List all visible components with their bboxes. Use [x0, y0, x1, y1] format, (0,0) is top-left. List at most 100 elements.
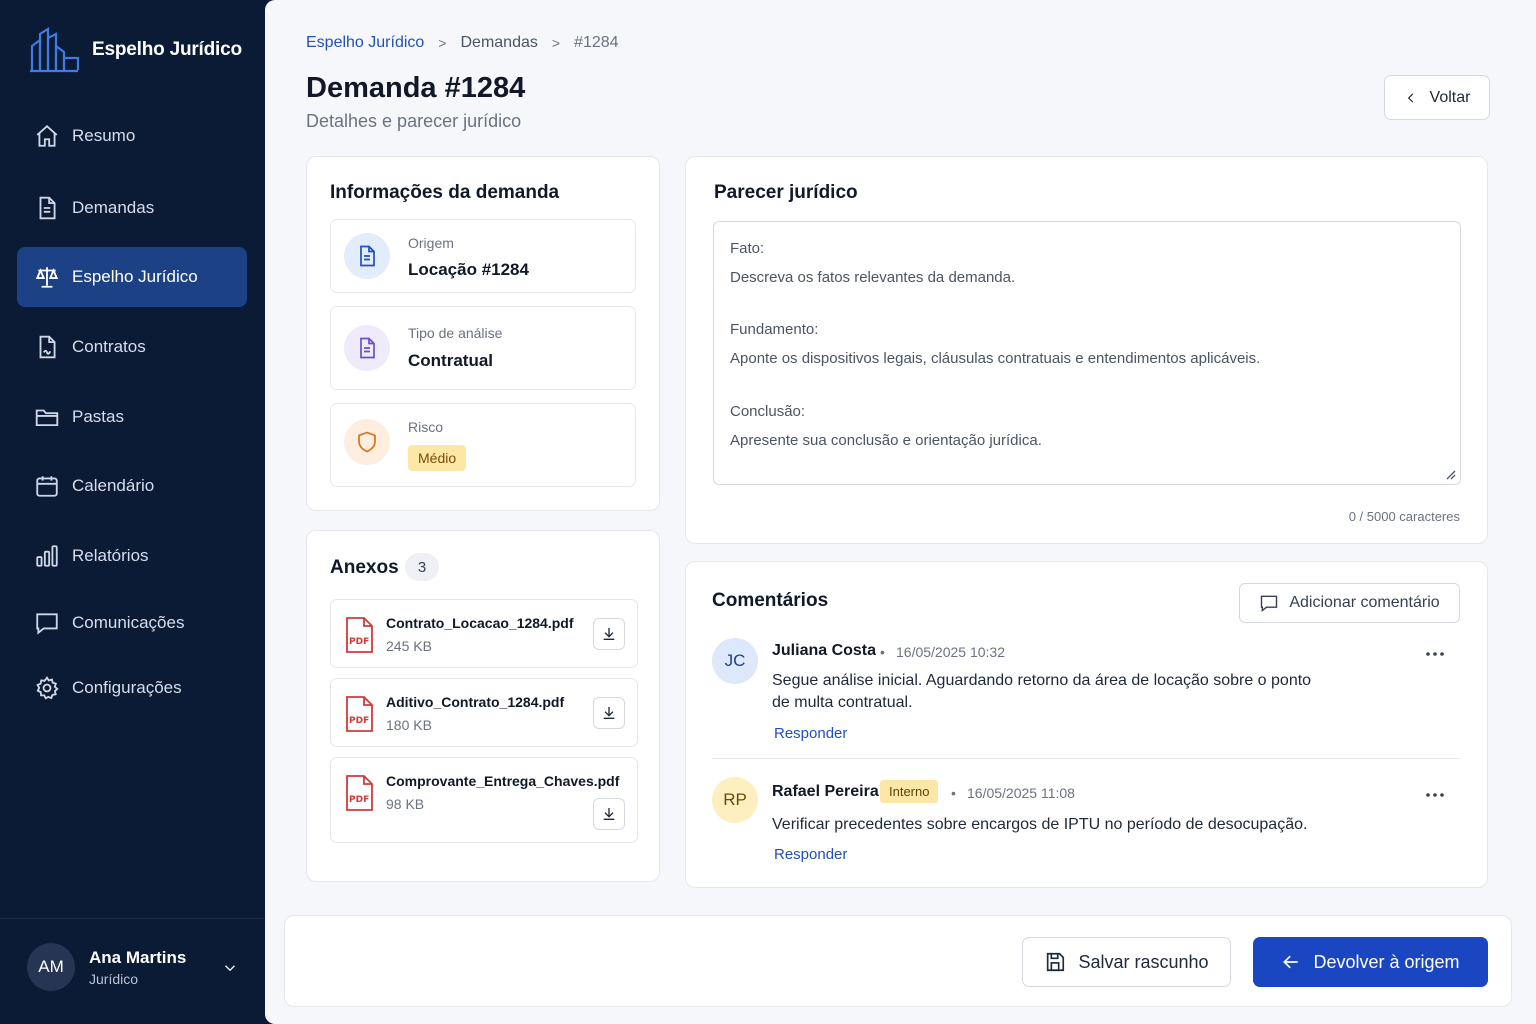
action-bar: Salvar rascunho Devolver à origem — [284, 915, 1512, 1007]
brand-name: Espelho Jurídico — [92, 39, 242, 60]
conclusao-placeholder: Apresente sua conclusão e orientação jur… — [730, 432, 1042, 449]
nav-label: Espelho Jurídico — [72, 267, 198, 286]
info-card-title: Informações da demanda — [330, 182, 560, 203]
info-card: Informações da demanda Origem Locação #1… — [306, 156, 660, 511]
char-count: 0 / 5000 caracteres — [1348, 509, 1460, 524]
home-icon — [36, 125, 58, 147]
user-role: Jurídico — [89, 970, 139, 987]
pdf-label: PDF — [349, 795, 369, 805]
comments-title: Comentários — [712, 590, 829, 611]
nav-item-resumo[interactable]: Resumo — [17, 107, 247, 165]
page-subtitle: Detalhes e parecer jurídico — [306, 111, 522, 131]
save-draft-button[interactable]: Salvar rascunho — [1022, 937, 1231, 987]
nav-item-pastas[interactable]: Pastas — [17, 388, 247, 446]
nav-label: Demandas — [72, 198, 155, 217]
user-menu[interactable]: AM Ana Martins Jurídico — [27, 943, 247, 991]
breadcrumb: Espelho Jurídico > Demandas > #1284 — [306, 34, 619, 52]
pdf-icon: PDF — [346, 775, 373, 811]
info-tipo: Tipo de análise Contratual — [330, 306, 636, 390]
avatar: JC — [712, 638, 758, 684]
chevron-left-icon — [1407, 93, 1413, 102]
attachment-item[interactable]: PDF Aditivo_Contrato_1284.pdf 180 KB — [330, 678, 638, 747]
attachments-card: Anexos 3 PDF Contrato_Locacao_1284.pdf 2… — [306, 530, 660, 882]
nav-label: Resumo — [72, 126, 136, 145]
sidebar: Espelho Jurídico Resumo Demandas Espelho… — [0, 0, 264, 1024]
legal-opinion-textarea[interactable]: Fato: Descreva os fatos relevantes da de… — [713, 221, 1461, 485]
fato-placeholder: Descreva os fatos relevantes da demanda. — [730, 269, 1016, 286]
reply-link[interactable]: Responder — [774, 846, 847, 863]
avatar: RP — [712, 777, 758, 823]
internal-badge: Interno — [880, 780, 939, 803]
download-button[interactable] — [593, 697, 625, 729]
resize-grip-icon[interactable] — [1444, 468, 1456, 480]
calendar-icon — [36, 476, 58, 497]
chevron-down-icon[interactable] — [221, 959, 239, 977]
comment-item: JC Juliana Costa • 16/05/2025 10:32 Segu… — [712, 636, 1460, 746]
brand[interactable]: Espelho Jurídico — [28, 26, 242, 74]
more-options-icon[interactable] — [1424, 650, 1446, 658]
nav-item-demandas[interactable]: Demandas — [17, 179, 247, 237]
save-icon — [1047, 952, 1065, 972]
attachment-item[interactable]: PDF Contrato_Locacao_1284.pdf 245 KB — [330, 599, 638, 668]
return-to-origin-label: Devolver à origem — [1313, 951, 1460, 972]
comment-author: Rafael Pereira — [772, 783, 879, 800]
avatar: AM — [27, 943, 75, 991]
scale-icon — [35, 267, 59, 288]
nav-item-configuracoes[interactable]: Configurações — [17, 659, 247, 717]
pdf-label: PDF — [349, 637, 369, 647]
nav-item-calendario[interactable]: Calendário — [17, 457, 247, 515]
breadcrumb-espelho[interactable]: Espelho Jurídico — [306, 34, 424, 52]
shield-icon — [358, 431, 376, 453]
comment-dot: • — [951, 785, 956, 801]
nav-item-comunicacoes[interactable]: Comunicações — [17, 594, 247, 652]
breadcrumb-demandas[interactable]: Demandas — [460, 34, 537, 52]
more-options-icon[interactable] — [1424, 791, 1446, 799]
nav-item-espelho-juridico[interactable]: Espelho Jurídico — [17, 247, 247, 307]
breadcrumb-separator: > — [438, 35, 447, 51]
info-origem-icon-wrap — [344, 233, 390, 279]
download-icon — [603, 628, 615, 640]
tipo-label: Tipo de análise — [408, 325, 503, 341]
download-button[interactable] — [593, 798, 625, 830]
back-button-label: Voltar — [1429, 88, 1471, 106]
nav-label: Configurações — [72, 678, 182, 697]
download-button[interactable] — [593, 618, 625, 650]
return-to-origin-button[interactable]: Devolver à origem — [1253, 937, 1488, 987]
fundamento-label: Fundamento: — [730, 321, 819, 338]
sidebar-divider — [0, 918, 264, 919]
document-icon — [39, 196, 56, 220]
back-button[interactable]: Voltar — [1384, 75, 1490, 120]
info-risco-icon-wrap — [344, 419, 390, 465]
add-comment-label: Adicionar comentário — [1289, 594, 1440, 611]
comment-dot: • — [880, 644, 885, 660]
attachment-item[interactable]: PDF Comprovante_Entrega_Chaves.pdf 98 KB — [330, 757, 638, 843]
comment-divider — [712, 758, 1460, 759]
nav-item-relatorios[interactable]: Relatórios — [17, 527, 247, 585]
reply-link[interactable]: Responder — [774, 725, 847, 742]
conclusao-label: Conclusão: — [730, 403, 806, 420]
fundamento-placeholder: Aponte os dispositivos legais, cláusulas… — [730, 350, 1261, 367]
legal-opinion-title: Parecer jurídico — [714, 182, 858, 203]
comment-item: RP Rafael Pereira Interno • 16/05/2025 1… — [712, 777, 1460, 867]
main-content: Espelho Jurídico > Demandas > #1284 Dema… — [265, 0, 1536, 1024]
comments-card: Comentários Adicionar comentário JC Juli… — [685, 561, 1488, 888]
nav-label: Contratos — [72, 337, 146, 356]
document-icon — [360, 337, 375, 359]
info-tipo-icon-wrap — [344, 325, 390, 371]
add-comment-button[interactable]: Adicionar comentário — [1239, 583, 1460, 623]
origem-label: Origem — [408, 235, 454, 251]
nav-label: Comunicações — [72, 613, 185, 632]
arrow-left-icon — [1283, 955, 1299, 969]
fato-label: Fato: — [730, 240, 765, 257]
pdf-icon: PDF — [346, 617, 373, 653]
attachment-size: 245 KB — [386, 638, 432, 654]
attachment-name: Aditivo_Contrato_1284.pdf — [386, 694, 565, 710]
page-title: Demanda #1284 — [306, 72, 526, 104]
save-draft-label: Salvar rascunho — [1078, 951, 1209, 972]
nav-label: Calendário — [72, 476, 155, 495]
contract-icon — [39, 335, 56, 359]
info-risco: Risco Médio — [330, 403, 636, 487]
building-logo-icon — [30, 27, 80, 73]
nav-item-contratos[interactable]: Contratos — [17, 318, 247, 376]
comment-date: 16/05/2025 10:32 — [896, 644, 1005, 660]
